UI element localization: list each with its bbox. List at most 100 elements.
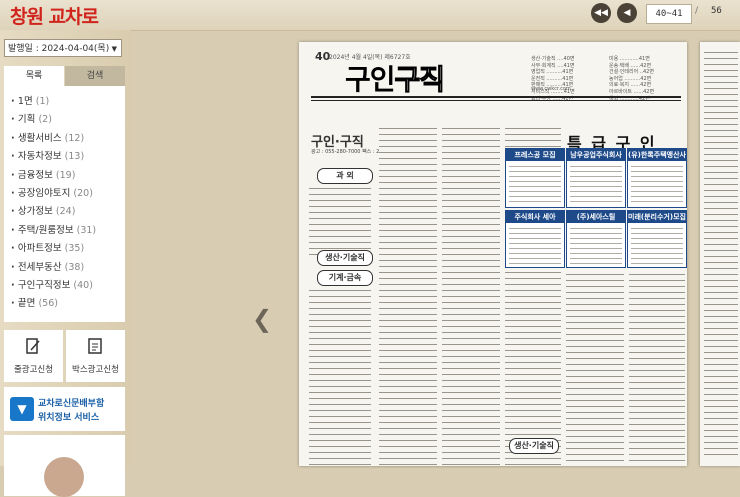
category-item[interactable]: · 구인구직정보 (40) [11, 277, 125, 295]
current-page-input[interactable]: 40~41 [646, 4, 692, 24]
index-item: 건설·인테리어 ..42면 [609, 69, 654, 76]
newspaper-page-right [700, 42, 740, 466]
left-icon[interactable]: ◀ [617, 3, 637, 23]
category-count: (24) [55, 206, 76, 218]
section-heading: 과 외 [317, 168, 373, 184]
category-label: 주택/원룸정보 [17, 224, 74, 236]
ad-box[interactable]: (주)세아스틸 [566, 210, 626, 268]
headline-outline: 구직 [394, 63, 446, 97]
classified-text [379, 126, 437, 466]
category-label: 끝면 [17, 298, 36, 310]
box-ad-button[interactable]: 박스광고신청 [66, 330, 125, 382]
category-count: (2) [38, 114, 52, 126]
page-headline: 구인구직 [345, 58, 446, 98]
ad-box[interactable]: 남우공업주식회사 [566, 148, 626, 208]
distribution-map-banner[interactable]: ▼ 교차로신문배부함 위치정보 서비스 [4, 387, 125, 431]
category-label: 아파트정보 [17, 243, 62, 255]
category-count: (56) [38, 298, 58, 310]
ad-title: 주식회사 세아 [506, 211, 564, 223]
index-item: 영업직 ..........41면 [531, 69, 574, 76]
category-count: (19) [55, 169, 76, 181]
category-label: 상가정보 [17, 206, 53, 218]
sidebar-tabs: 목록 검색 [4, 66, 125, 86]
section-heading: 생산·기술직 [509, 438, 559, 454]
category-label: 기획 [17, 114, 36, 126]
page-separator: / [695, 6, 699, 16]
app-logo[interactable]: 창원 교차로 [10, 2, 99, 29]
map-pin-icon: ▼ [10, 397, 34, 421]
category-count: (38) [64, 261, 85, 273]
section-heading: 기계·금속 [317, 270, 373, 286]
category-item[interactable]: · 주택/원룸정보 (31) [11, 222, 125, 240]
ad-title: 미래(분리수거)모집 [628, 211, 686, 223]
issue-date-label: 발행일 : 2024-04-04(목) [8, 44, 110, 54]
category-count: (12) [64, 132, 85, 144]
category-list: · 1면 (1) · 기획 (2) · 생활서비스 (12) · 자동차정보 (… [4, 86, 125, 314]
classified-text [566, 272, 624, 466]
category-item[interactable]: · 자동차정보 (13) [11, 148, 125, 166]
category-item[interactable]: · 상가정보 (24) [11, 203, 125, 221]
line-ad-button[interactable]: 줄광고신청 [4, 330, 63, 382]
header-rule [311, 96, 681, 98]
newspaper-page: 40 2024년 4월 4일(목) 제6727호 구인구직 생산·기술직 ...… [299, 42, 687, 466]
box-ad-label: 박스광고신청 [72, 365, 119, 375]
category-item[interactable]: · 공장임야토지 (20) [11, 185, 125, 203]
line-ad-label: 줄광고신청 [13, 365, 54, 375]
category-item[interactable]: · 아파트정보 (35) [11, 240, 125, 258]
category-count: (13) [64, 151, 85, 163]
promo-person-image [44, 457, 84, 497]
headline-bold: 구인 [345, 63, 396, 96]
dropdown-arrow-icon: ▼ [111, 45, 117, 53]
category-label: 1면 [17, 96, 33, 107]
category-label: 전세부동산 [17, 261, 62, 273]
category-count: (20) [73, 187, 93, 199]
category-panel: · 1면 (1) · 기획 (2) · 생활서비스 (12) · 자동차정보 (… [4, 86, 125, 322]
index-item: 의료·복지 ......42면 [609, 82, 652, 89]
site-url: www.cwkcr.com [531, 86, 571, 92]
double-left-icon[interactable]: ◀◀ [591, 3, 611, 23]
category-label: 자동차정보 [17, 151, 62, 163]
index-item: 미용 ............41면 [609, 56, 650, 62]
classified-text [704, 50, 738, 460]
ad-box[interactable]: 주식회사 세아 [505, 210, 565, 268]
classified-text [309, 288, 371, 466]
total-pages: 56 [711, 6, 722, 16]
document-icon [88, 338, 102, 354]
category-item[interactable]: · 생활서비스 (12) [11, 130, 125, 148]
sidebar: 발행일 : 2024-04-04(목) ▼ 목록 검색 · 1면 (1) · 기… [0, 30, 131, 497]
prev-page-arrow-icon[interactable]: ❮ [252, 305, 272, 333]
ad-box[interactable]: 미래(분리수거)모집 [627, 210, 687, 268]
map-banner-line2: 위치정보 서비스 [38, 413, 100, 423]
ad-box[interactable]: (유)한록주택앵산사 [627, 148, 687, 208]
top-bar: 창원 교차로 ◀◀ ◀ 40~41 / 56 [0, 0, 740, 31]
category-item[interactable]: · 기획 (2) [11, 111, 125, 129]
tab-search[interactable]: 검색 [65, 66, 125, 86]
map-banner-line1: 교차로신문배부함 [38, 399, 105, 409]
category-count: (31) [76, 224, 97, 236]
header-rule-thin [311, 100, 681, 101]
tab-list[interactable]: 목록 [4, 66, 64, 86]
classified-text [309, 186, 371, 258]
category-item[interactable]: · 전세부동산 (38) [11, 259, 125, 277]
category-label: 생활서비스 [17, 132, 62, 144]
ad-title: (유)한록주택앵산사 [628, 149, 686, 161]
edit-icon [26, 338, 40, 354]
issue-date-select[interactable]: 발행일 : 2024-04-04(목) ▼ [4, 39, 122, 57]
index-item: 생산·기술직 ....40면 [531, 56, 575, 62]
ad-title: 남우공업주식회사 [567, 149, 625, 161]
category-item[interactable]: · 1면 (1) [11, 93, 125, 111]
ad-tools: 줄광고신청 박스광고신청 [4, 330, 125, 382]
classified-text [442, 126, 500, 466]
category-count: (35) [64, 243, 85, 255]
classified-text [629, 272, 685, 466]
category-count: (1) [35, 96, 50, 107]
ad-title: (주)세아스틸 [567, 211, 625, 223]
category-item[interactable]: · 끝면 (56) [11, 295, 125, 313]
category-item[interactable]: · 금융정보 (19) [11, 167, 125, 185]
category-label: 구인구직정보 [17, 279, 71, 291]
ad-box[interactable]: 프레스공 모집 [505, 148, 565, 208]
category-count: (40) [73, 279, 93, 291]
index-item: 아르바이트 ......42면 [609, 88, 655, 95]
category-label: 공장임야토지 [17, 187, 71, 199]
category-label: 금융정보 [17, 169, 53, 181]
